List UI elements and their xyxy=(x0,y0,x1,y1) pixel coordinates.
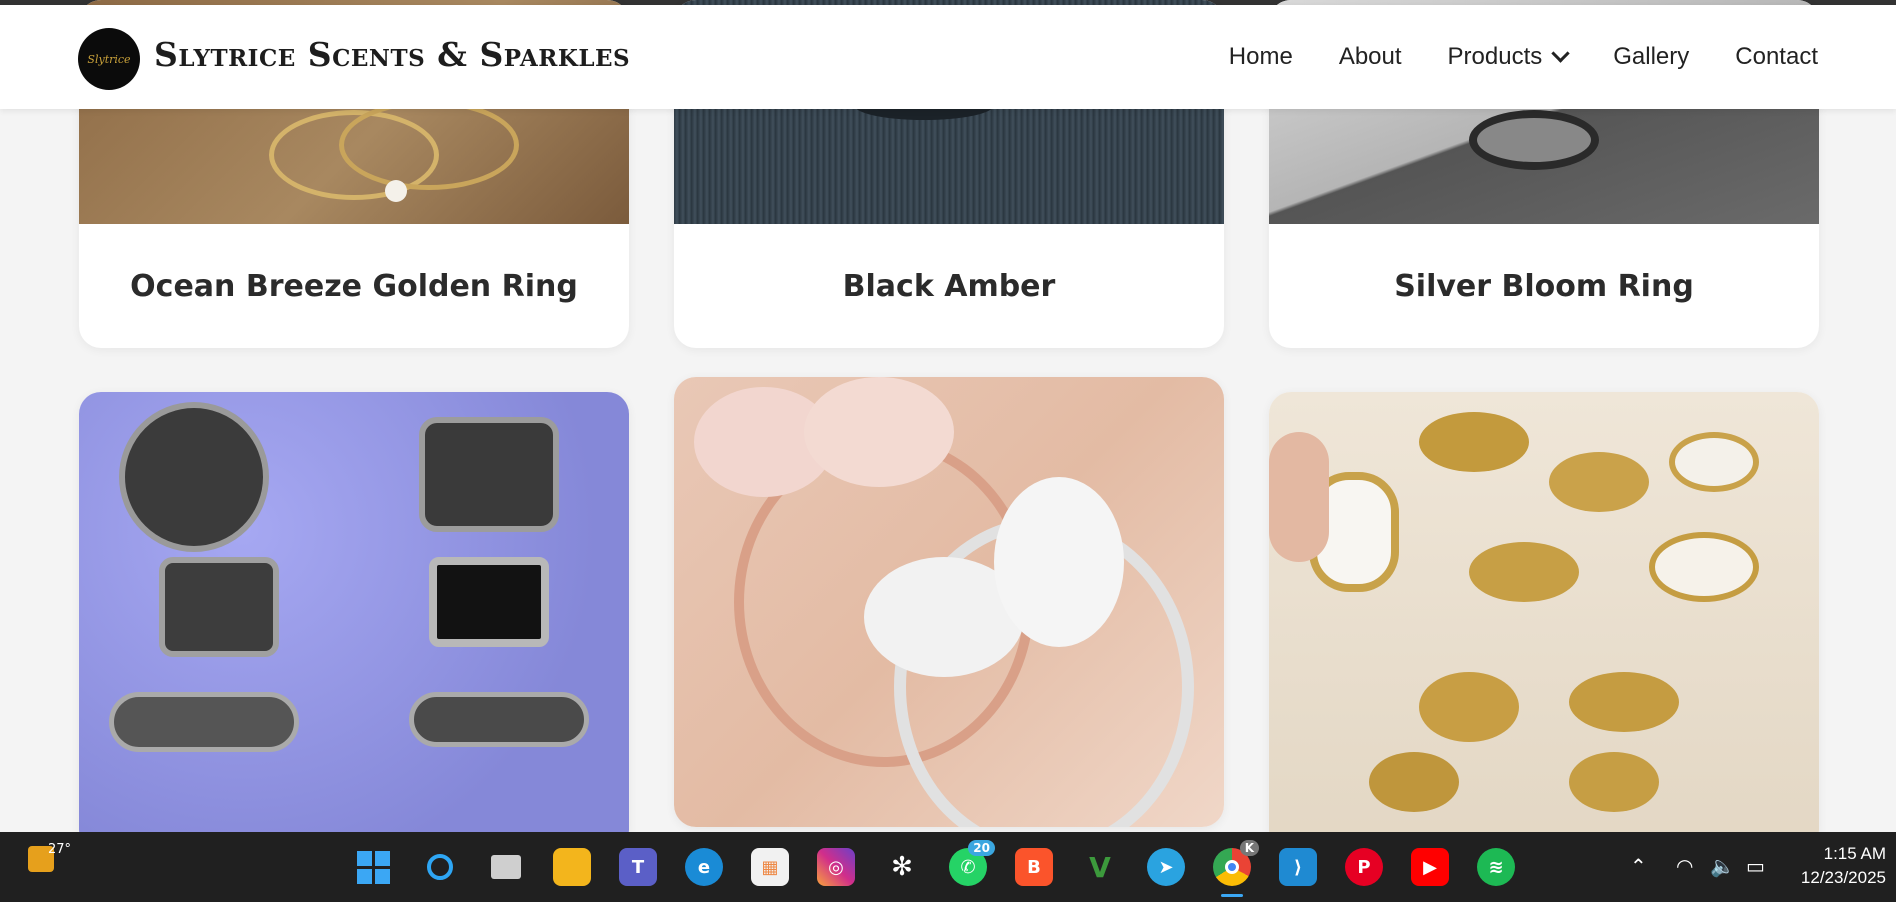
nav-contact[interactable]: Contact xyxy=(1735,43,1818,71)
telegram-icon[interactable]: ➤ xyxy=(1147,848,1185,886)
whatsapp-icon[interactable]: ✆ 20 xyxy=(949,840,995,886)
system-clock[interactable]: 1:15 AM 12/23/2025 xyxy=(1801,842,1886,890)
clock-time: 1:15 AM xyxy=(1823,844,1886,863)
youtube-icon[interactable]: ▶ xyxy=(1411,848,1449,886)
brave-icon[interactable]: B xyxy=(1015,848,1053,886)
product-image-gold-ring-collection xyxy=(1269,392,1819,852)
store-icon[interactable]: ▦ xyxy=(751,848,789,886)
task-view-icon[interactable] xyxy=(487,848,525,886)
product-image-butterfly-rings xyxy=(674,377,1224,827)
weather-widget[interactable]: 27° xyxy=(28,842,71,872)
product-card-silver-signet-rings[interactable] xyxy=(79,392,629,852)
teams-icon[interactable]: T xyxy=(619,848,657,886)
windows-start-icon[interactable] xyxy=(354,848,392,886)
site-header: Slytrice Slytrice Scents & Sparkles Home… xyxy=(0,5,1896,109)
instagram-icon[interactable]: ◎ xyxy=(817,848,855,886)
edge-icon[interactable]: e xyxy=(685,848,723,886)
product-title: Silver Bloom Ring xyxy=(1394,268,1694,304)
brand-logo[interactable]: Slytrice xyxy=(78,28,140,90)
chevron-up-icon[interactable]: ⌃ xyxy=(1630,854,1647,878)
weather-temp: 27° xyxy=(48,842,72,857)
wifi-icon[interactable]: ◠ xyxy=(1676,854,1693,878)
spotify-icon[interactable]: ≋ xyxy=(1477,848,1515,886)
clock-date: 12/23/2025 xyxy=(1800,868,1886,887)
chatgpt-icon[interactable]: ✻ xyxy=(883,848,921,886)
nav-products-label: Products xyxy=(1447,43,1543,70)
file-explorer-icon[interactable] xyxy=(553,848,591,886)
logo-text: Slytrice xyxy=(87,52,131,66)
vscode-icon[interactable]: ⟩ xyxy=(1279,848,1317,886)
product-title: Ocean Breeze Golden Ring xyxy=(130,268,578,304)
chrome-active-indicator xyxy=(1221,894,1243,897)
pinterest-icon[interactable]: P xyxy=(1345,848,1383,886)
product-card-butterfly-rings[interactable] xyxy=(674,377,1224,827)
product-image-silver-signet-rings xyxy=(79,392,629,852)
product-title: Black Amber xyxy=(842,268,1056,304)
main-nav: Home About Products Gallery Contact xyxy=(1229,43,1818,71)
vim-icon[interactable]: V xyxy=(1081,848,1119,886)
nav-products[interactable]: Products xyxy=(1447,43,1570,71)
whatsapp-unread-badge: 20 xyxy=(968,840,995,856)
chrome-icon[interactable]: K xyxy=(1213,840,1259,886)
nav-about[interactable]: About xyxy=(1339,43,1402,71)
windows-taskbar: 27° T e ▦ ◎ ✻ ✆ 20 B V ➤ K ⟩ P ▶ ≋ ⌃ ◠ 🔈 … xyxy=(0,832,1896,902)
volume-icon[interactable]: 🔈 xyxy=(1710,854,1735,878)
brand-name[interactable]: Slytrice Scents & Sparkles xyxy=(154,35,630,74)
search-icon[interactable] xyxy=(421,848,459,886)
chrome-profile-badge: K xyxy=(1239,840,1259,856)
battery-icon[interactable]: ▭ xyxy=(1746,854,1765,878)
nav-gallery[interactable]: Gallery xyxy=(1613,43,1689,71)
nav-home[interactable]: Home xyxy=(1229,43,1293,71)
chevron-down-icon xyxy=(1551,43,1570,63)
product-card-gold-ring-collection[interactable] xyxy=(1269,392,1819,852)
